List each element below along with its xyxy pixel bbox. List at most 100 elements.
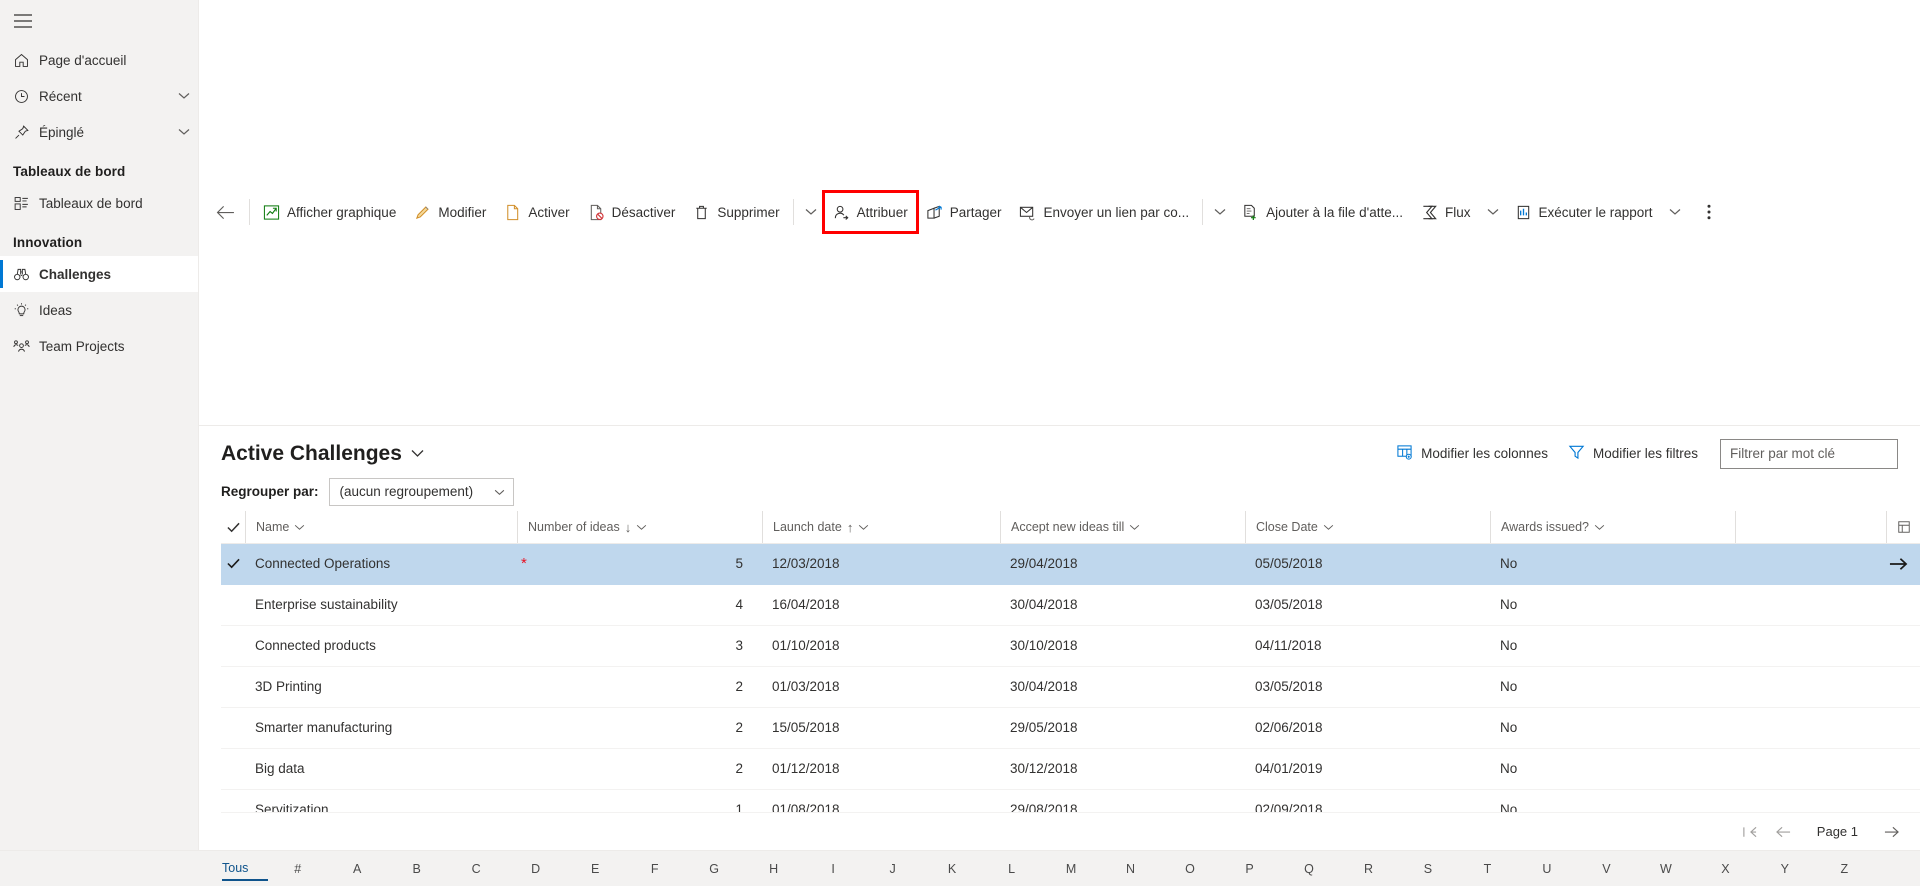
alpha-filter-z[interactable]: Z bbox=[1815, 858, 1874, 880]
column-header-name[interactable]: Name bbox=[245, 511, 517, 543]
row-checkbox[interactable] bbox=[221, 789, 245, 812]
pin-icon bbox=[13, 124, 39, 141]
column-header-accept-new-ideas-till[interactable]: Accept new ideas till bbox=[1000, 511, 1245, 543]
executer-rapport-button[interactable]: Exécuter le rapport bbox=[1506, 192, 1662, 232]
sidebar-item-team-projects[interactable]: Team Projects bbox=[0, 328, 198, 364]
row-open-arrow-icon[interactable] bbox=[1876, 789, 1920, 812]
envoyer-lien-caret-icon[interactable] bbox=[1207, 192, 1233, 232]
alpha-filter-n[interactable]: N bbox=[1101, 858, 1160, 880]
page-prev-icon[interactable] bbox=[1769, 817, 1799, 847]
row-checkbox[interactable] bbox=[221, 625, 245, 666]
table-row[interactable]: Connected Operations * 5 12/03/2018 29/0… bbox=[221, 543, 1920, 585]
alpha-filter-a[interactable]: A bbox=[327, 858, 386, 880]
alpha-filter-d[interactable]: D bbox=[506, 858, 565, 880]
envoyer-lien-button[interactable]: Envoyer un lien par co... bbox=[1010, 192, 1198, 232]
table-row[interactable]: Enterprise sustainability 4 16/04/2018 3… bbox=[221, 585, 1920, 626]
alpha-filter-hash[interactable]: # bbox=[268, 858, 327, 880]
row-open-arrow-icon[interactable] bbox=[1876, 544, 1920, 585]
attribuer-button[interactable]: Attribuer bbox=[821, 190, 919, 235]
hamburger-icon[interactable] bbox=[0, 0, 198, 42]
alpha-filter-w[interactable]: W bbox=[1636, 858, 1695, 880]
sidebar-item-label: Page d'accueil bbox=[39, 52, 127, 68]
supprimer-button[interactable]: Supprimer bbox=[684, 192, 788, 232]
sidebar-item-ideas[interactable]: Ideas bbox=[0, 292, 198, 328]
alpha-filter-f[interactable]: F bbox=[625, 858, 684, 880]
alpha-filter-u[interactable]: U bbox=[1517, 858, 1576, 880]
alpha-filter-j[interactable]: J bbox=[863, 858, 922, 880]
chevron-down-icon[interactable] bbox=[411, 449, 424, 458]
cell-launch-date: 12/03/2018 bbox=[772, 556, 840, 571]
more-vertical-icon[interactable] bbox=[1694, 192, 1724, 232]
alpha-filter-t[interactable]: T bbox=[1458, 858, 1517, 880]
alpha-filter-e[interactable]: E bbox=[565, 858, 624, 880]
alpha-filter-q[interactable]: Q bbox=[1279, 858, 1338, 880]
table-row[interactable]: Connected products 3 01/10/2018 30/10/20… bbox=[221, 626, 1920, 667]
row-checkbox[interactable] bbox=[221, 544, 245, 585]
row-checkbox[interactable] bbox=[221, 748, 245, 789]
modifier-filtres-button[interactable]: Modifier les filtres bbox=[1558, 438, 1708, 469]
ajouter-file-attente-button[interactable]: Ajouter à la file d'atte... bbox=[1233, 192, 1412, 232]
table-row[interactable]: Servitization 1 01/08/2018 29/08/2018 02… bbox=[221, 789, 1920, 812]
alpha-filter-h[interactable]: H bbox=[744, 858, 803, 880]
sidebar-item-epingle[interactable]: Épinglé bbox=[0, 114, 198, 150]
table-row[interactable]: 3D Printing 2 01/03/2018 30/04/2018 03/0… bbox=[221, 667, 1920, 708]
alpha-filter-p[interactable]: P bbox=[1220, 858, 1279, 880]
flux-button[interactable]: Flux bbox=[1412, 192, 1480, 232]
alpha-filter-tous[interactable]: Tous bbox=[222, 857, 268, 881]
alpha-filter-v[interactable]: V bbox=[1577, 858, 1636, 880]
alpha-filter-m[interactable]: M bbox=[1041, 858, 1100, 880]
divider bbox=[1202, 199, 1204, 226]
search-input[interactable] bbox=[1730, 446, 1888, 461]
column-header-number-of-ideas[interactable]: Number of ideas ↓ bbox=[517, 511, 762, 543]
chevron-down-icon[interactable] bbox=[170, 92, 198, 100]
column-header-close-date[interactable]: Close Date bbox=[1245, 511, 1490, 543]
page-next-icon[interactable] bbox=[1876, 817, 1906, 847]
select-all-checkbox[interactable] bbox=[221, 511, 245, 543]
desactiver-button[interactable]: Désactiver bbox=[579, 192, 685, 232]
alpha-filter-r[interactable]: R bbox=[1339, 858, 1398, 880]
modifier-colonnes-button[interactable]: Modifier les colonnes bbox=[1386, 438, 1558, 469]
table-row[interactable]: Smarter manufacturing 2 15/05/2018 29/05… bbox=[221, 708, 1920, 749]
column-header-awards-issued[interactable]: Awards issued? bbox=[1490, 511, 1735, 543]
executer-rapport-caret-icon[interactable] bbox=[1662, 192, 1688, 232]
row-open-arrow-icon[interactable] bbox=[1876, 748, 1920, 789]
back-arrow-icon[interactable] bbox=[205, 192, 245, 232]
row-checkbox[interactable] bbox=[221, 707, 245, 748]
alpha-filter-y[interactable]: Y bbox=[1755, 858, 1814, 880]
sidebar-item-recent[interactable]: Récent bbox=[0, 78, 198, 114]
chevron-down-icon[interactable] bbox=[170, 128, 198, 136]
sidebar-item-tableaux-de-bord[interactable]: Tableaux de bord bbox=[0, 185, 198, 221]
row-open-arrow-icon[interactable] bbox=[1876, 625, 1920, 666]
row-open-arrow-icon[interactable] bbox=[1876, 584, 1920, 625]
supprimer-caret-icon[interactable] bbox=[798, 192, 824, 232]
alpha-filter-k[interactable]: K bbox=[922, 858, 981, 880]
partager-button[interactable]: Partager bbox=[917, 192, 1011, 232]
column-header-launch-date[interactable]: Launch date ↑ bbox=[762, 511, 1000, 543]
modifier-button[interactable]: Modifier bbox=[405, 192, 495, 232]
cell-name: 3D Printing bbox=[255, 679, 322, 694]
row-open-arrow-icon[interactable] bbox=[1876, 707, 1920, 748]
activer-button[interactable]: Activer bbox=[495, 192, 578, 232]
alpha-filter-l[interactable]: L bbox=[982, 858, 1041, 880]
row-open-arrow-icon[interactable] bbox=[1876, 666, 1920, 707]
row-checkbox[interactable] bbox=[221, 666, 245, 707]
page-title[interactable]: Active Challenges bbox=[221, 442, 402, 466]
alpha-filter-g[interactable]: G bbox=[684, 858, 743, 880]
alpha-filter-c[interactable]: C bbox=[446, 858, 505, 880]
alpha-filter-o[interactable]: O bbox=[1160, 858, 1219, 880]
alpha-filter-x[interactable]: X bbox=[1696, 858, 1755, 880]
alpha-filter-s[interactable]: S bbox=[1398, 858, 1457, 880]
page-first-icon[interactable] bbox=[1735, 817, 1765, 847]
table-row[interactable]: Big data 2 01/12/2018 30/12/2018 04/01/2… bbox=[221, 749, 1920, 790]
group-by-select[interactable]: (aucun regroupement) bbox=[328, 477, 514, 506]
row-checkbox[interactable] bbox=[221, 584, 245, 625]
chevron-down-icon bbox=[294, 524, 305, 531]
sidebar-item-page-daccueil[interactable]: Page d'accueil bbox=[0, 42, 198, 78]
flux-caret-icon[interactable] bbox=[1480, 192, 1506, 232]
afficher-graphique-button[interactable]: Afficher graphique bbox=[254, 192, 405, 232]
search-box[interactable] bbox=[1720, 438, 1898, 469]
alpha-filter-b[interactable]: B bbox=[387, 858, 446, 880]
column-settings-icon[interactable] bbox=[1886, 511, 1920, 543]
sidebar-item-challenges[interactable]: Challenges bbox=[0, 256, 198, 292]
alpha-filter-i[interactable]: I bbox=[803, 858, 862, 880]
